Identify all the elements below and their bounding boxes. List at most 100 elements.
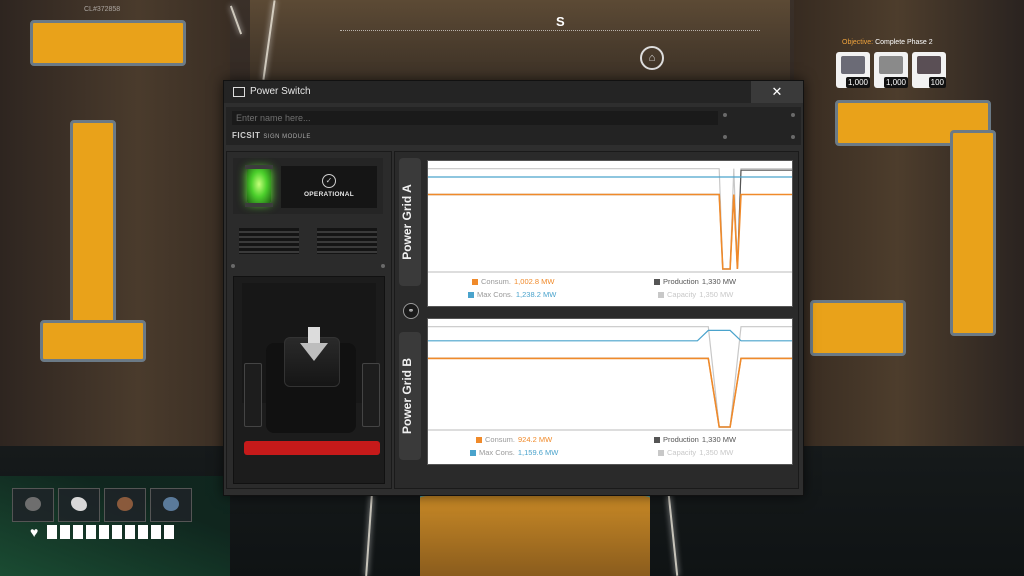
swatch — [658, 449, 664, 456]
series-line-production — [428, 357, 792, 428]
close-button[interactable]: ✕ — [751, 81, 803, 103]
series-line-max-cons — [428, 329, 792, 342]
health-segment — [112, 525, 123, 539]
grid-b-label: Power Grid B — [400, 357, 415, 435]
name-input[interactable] — [232, 111, 718, 125]
right-beam — [810, 300, 906, 356]
compass-bar — [340, 30, 760, 32]
health-bar: ♥ — [30, 524, 175, 540]
grid-b-chart — [428, 326, 792, 431]
legend-production: Production 1,330 MW — [654, 277, 736, 286]
health-segment — [138, 525, 149, 539]
legend-label: Consum. — [481, 277, 512, 286]
grid-b-graph: Consum. 924.2 MW Production 1,330 MW Max… — [427, 318, 793, 465]
health-segment — [47, 525, 58, 539]
production-value: 1,330 MW — [701, 435, 737, 444]
health-icon: ♥ — [30, 524, 39, 540]
right-beam — [950, 130, 996, 336]
switch-arm-right — [362, 363, 380, 427]
legend-capacity: Capacity 1,350 MW — [658, 290, 733, 299]
modular-frame-icon — [841, 56, 865, 74]
legend-capacity: Capacity 1,350 MW — [658, 448, 733, 457]
brand-sub: SIGN MODULE — [263, 134, 311, 140]
control-panel: ✓ OPERATIONAL — [226, 151, 392, 489]
hotbar-slot[interactable] — [12, 488, 54, 522]
mug-icon — [25, 497, 41, 511]
swatch — [654, 278, 660, 285]
status-box: ✓ OPERATIONAL — [233, 158, 383, 214]
swatch — [654, 436, 660, 443]
swatch — [476, 436, 482, 443]
bottom-machine — [420, 490, 650, 576]
window-icon — [233, 87, 245, 97]
capacity-value: 1,350 MW — [699, 448, 734, 457]
legend-label: Max Cons. — [477, 290, 513, 299]
name-bar: FICSITSIGN MODULE — [226, 107, 801, 145]
consumption-value: 924.2 MW — [518, 435, 553, 444]
legend-label: Consum. — [485, 435, 516, 444]
arrow-down-icon — [300, 343, 328, 361]
trading-post-icon: ⌂ — [640, 46, 664, 70]
hotbar-slot[interactable] — [104, 488, 146, 522]
legend-label: Capacity — [667, 448, 697, 457]
swatch — [468, 291, 474, 298]
xeno-zapper-icon — [71, 497, 87, 511]
grid-a-label: Power Grid A — [400, 184, 415, 260]
series-line-consum — [428, 357, 792, 428]
rotor-icon — [879, 56, 903, 74]
swatch — [658, 291, 664, 298]
objective: Objective: Complete Phase 2 — [842, 39, 933, 46]
health-segment — [73, 525, 84, 539]
grid-a-chart — [428, 168, 792, 273]
health-segment — [164, 525, 175, 539]
objective-item: 1,000 — [836, 52, 870, 88]
legend-label: Capacity — [667, 290, 697, 299]
legend-max-consumption: Max Cons. 1,159.6 MW — [470, 448, 558, 457]
legend-max-consumption: Max Cons. 1,238.2 MW — [468, 290, 556, 299]
mushroom-icon — [163, 497, 179, 511]
brand-name: FICSIT — [232, 131, 261, 140]
link-icon: ⚭ — [403, 303, 419, 319]
objective-item: 1,000 — [874, 52, 908, 88]
status-light — [245, 165, 273, 207]
brand-label: FICSIT SIGN MODULE — [232, 131, 311, 140]
window-titlebar[interactable]: Power Switch ✕ — [224, 81, 803, 103]
legend-label: Production — [663, 435, 699, 444]
switch-base — [244, 441, 380, 455]
legend-consumption: Consum. 1,002.8 MW — [472, 277, 554, 286]
graph-panel: Power Grid A ⚭ Power Grid B Consum. 1,00… — [394, 151, 799, 489]
legend-label: Max Cons. — [479, 448, 515, 457]
legend-consumption: Consum. 924.2 MW — [476, 435, 552, 444]
rivet — [723, 135, 727, 139]
build-id: CL#372858 — [84, 6, 121, 13]
objective-items: 1,000 1,000 100 — [836, 52, 946, 88]
production-value: 1,330 MW — [701, 277, 737, 286]
max-consumption-value: 1,159.6 MW — [517, 448, 559, 457]
switch-area — [233, 276, 385, 484]
rivet — [381, 264, 385, 268]
hotbar-slot[interactable] — [58, 488, 100, 522]
vent — [317, 228, 377, 254]
berry-icon — [117, 497, 133, 511]
objective-item-count: 1,000 — [845, 77, 870, 88]
rivet — [791, 135, 795, 139]
swatch — [472, 278, 478, 285]
hotbar-slot[interactable] — [150, 488, 192, 522]
health-segment — [86, 525, 97, 539]
compass-direction: S — [556, 14, 565, 29]
legend-production: Production 1,330 MW — [654, 435, 736, 444]
objective-label: Objective: — [842, 39, 874, 46]
left-beam — [30, 20, 186, 66]
capacity-value: 1,350 MW — [699, 290, 734, 299]
window-title: Power Switch — [250, 86, 311, 97]
swatch — [470, 449, 476, 456]
check-icon: ✓ — [322, 174, 336, 188]
top-structure — [250, 0, 790, 82]
series-line-consum — [428, 193, 792, 270]
lightning-bolt — [229, 5, 243, 35]
status-display: ✓ OPERATIONAL — [281, 166, 377, 208]
objective-text: Complete Phase 2 — [875, 39, 933, 46]
smart-plating-icon — [917, 56, 941, 74]
health-segment — [151, 525, 162, 539]
vent — [239, 228, 299, 254]
